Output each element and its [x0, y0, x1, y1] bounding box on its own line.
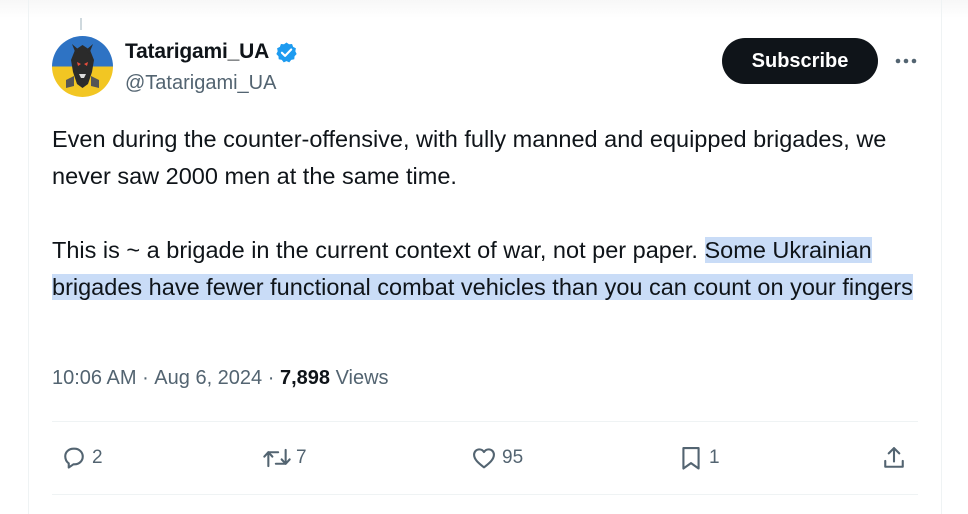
verified-badge-icon[interactable] — [275, 41, 298, 64]
subscribe-button[interactable]: Subscribe — [722, 38, 878, 84]
bookmark-button[interactable]: 1 — [677, 438, 720, 478]
reply-count: 2 — [92, 447, 103, 468]
post-metadata: 10:06 AM · Aug 6, 2024 · 7,898 Views — [52, 367, 389, 390]
ellipsis-icon[interactable] — [890, 48, 922, 74]
meta-separator: · — [262, 367, 280, 389]
post-time[interactable]: 10:06 AM — [52, 367, 137, 390]
views-count: 7,898 — [279, 367, 331, 389]
meta-separator: · — [136, 367, 155, 389]
reply-icon — [60, 444, 88, 472]
bookmark-count: 1 — [709, 447, 720, 468]
like-button[interactable]: 95 — [470, 438, 523, 478]
tweet-paragraph-2-plain: This is ~ a brigade in the current conte… — [52, 237, 705, 263]
share-button[interactable] — [880, 438, 908, 478]
tweet-text: Even during the counter-offensive, with … — [52, 121, 922, 306]
thread-line — [80, 18, 82, 30]
post-date[interactable]: Aug 6, 2024 — [154, 367, 262, 390]
heart-icon — [470, 444, 498, 472]
author-name-row: Tatarigami_UA — [125, 40, 298, 64]
tweet-paragraph-1: Even during the counter-offensive, with … — [52, 126, 887, 189]
repost-icon — [262, 444, 292, 472]
author-display-name[interactable]: Tatarigami_UA — [125, 40, 269, 64]
repost-button[interactable]: 7 — [262, 438, 307, 478]
author-handle[interactable]: @Tatarigami_UA — [125, 72, 276, 95]
bookmark-icon — [677, 444, 705, 472]
views-label: Views — [330, 367, 389, 389]
action-bar: 2 7 95 1 — [52, 438, 918, 478]
like-count: 95 — [502, 447, 524, 468]
share-icon — [880, 444, 908, 472]
avatar[interactable] — [52, 36, 113, 97]
tweet-paragraph-2: This is ~ a brigade in the current conte… — [52, 232, 922, 306]
divider-bottom — [52, 494, 918, 495]
reply-button[interactable]: 2 — [60, 438, 103, 478]
divider-top — [52, 421, 918, 422]
repost-count: 7 — [296, 447, 307, 468]
